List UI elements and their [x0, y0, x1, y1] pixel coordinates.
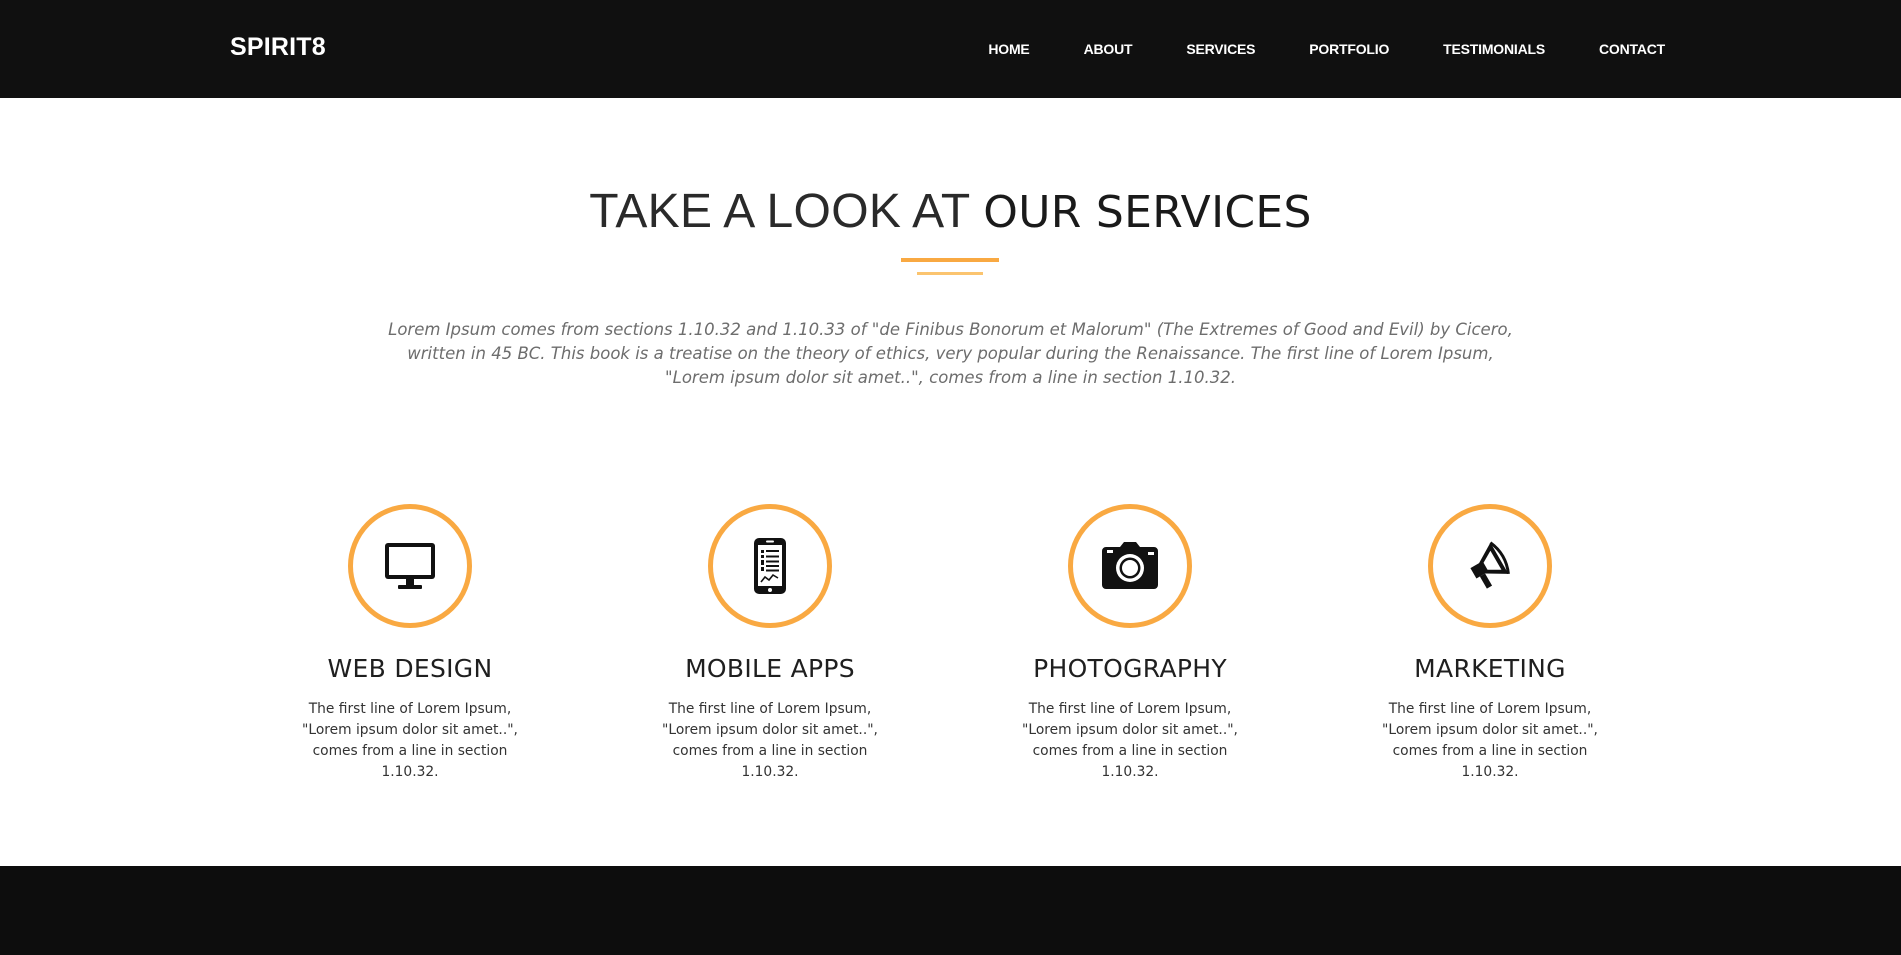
camera-icon [1100, 541, 1160, 591]
nav-item-portfolio: PORTFOLIO [1309, 41, 1389, 59]
service-icon-circle [1068, 504, 1192, 628]
service-description: The first line of Lorem Ipsum, "Lorem ip… [302, 701, 518, 780]
section-heading: TAKE A LOOK AT OUR SERVICES [0, 184, 1901, 239]
services-section: TAKE A LOOK AT OUR SERVICES Lorem Ipsum … [0, 98, 1901, 866]
nav-item-about: ABOUT [1084, 41, 1133, 59]
nav-item-contact: CONTACT [1599, 41, 1665, 59]
nav-link-about[interactable]: ABOUT [1084, 41, 1133, 57]
megaphone-icon [1464, 538, 1516, 594]
service-description: The first line of Lorem Ipsum, "Lorem ip… [1382, 701, 1598, 780]
footer-band [0, 866, 1901, 955]
monitor-icon [382, 538, 438, 594]
nav-item-home: HOME [988, 41, 1029, 59]
service-card-marketing: MARKETING The first line of Lorem Ipsum,… [1360, 504, 1620, 783]
service-title: WEB DESIGN [327, 654, 493, 683]
section-intro: Lorem Ipsum comes from sections 1.10.32 … [388, 320, 1513, 387]
top-navbar: SPIRIT8 HOME ABOUT SERVICES PORTFOLIO TE… [0, 0, 1901, 98]
service-title: MOBILE APPS [685, 654, 855, 683]
service-card-web-design: WEB DESIGN The first line of Lorem Ipsum… [280, 504, 540, 783]
nav-link-services[interactable]: SERVICES [1186, 41, 1255, 57]
heading-light-part: TAKE A LOOK AT [589, 185, 984, 238]
nav-link-home[interactable]: HOME [988, 41, 1029, 57]
nav-item-services: SERVICES [1186, 41, 1255, 59]
mobile-phone-icon [750, 536, 790, 596]
nav-link-portfolio[interactable]: PORTFOLIO [1309, 41, 1389, 57]
brand-logo[interactable]: SPIRIT8 [230, 33, 326, 62]
heading-strong-part: OUR SERVICES [983, 187, 1312, 238]
service-card-photography: PHOTOGRAPHY The first line of Lorem Ipsu… [1000, 504, 1260, 783]
service-description: The first line of Lorem Ipsum, "Lorem ip… [662, 701, 878, 780]
nav-link-testimonials[interactable]: TESTIMONIALS [1443, 41, 1545, 57]
service-icon-circle [1428, 504, 1552, 628]
nav-item-testimonials: TESTIMONIALS [1443, 41, 1545, 59]
service-icon-circle [348, 504, 472, 628]
service-card-mobile-apps: MOBILE APPS The first line of Lorem Ipsu… [640, 504, 900, 783]
nav-link-contact[interactable]: CONTACT [1599, 41, 1665, 57]
service-title: PHOTOGRAPHY [1033, 654, 1227, 683]
service-description: The first line of Lorem Ipsum, "Lorem ip… [1022, 701, 1238, 780]
heading-divider-top [901, 258, 999, 262]
main-nav: HOME ABOUT SERVICES PORTFOLIO TESTIMONIA… [934, 41, 1665, 59]
service-icon-circle [708, 504, 832, 628]
service-title: MARKETING [1414, 654, 1566, 683]
heading-divider-bottom [917, 272, 983, 275]
